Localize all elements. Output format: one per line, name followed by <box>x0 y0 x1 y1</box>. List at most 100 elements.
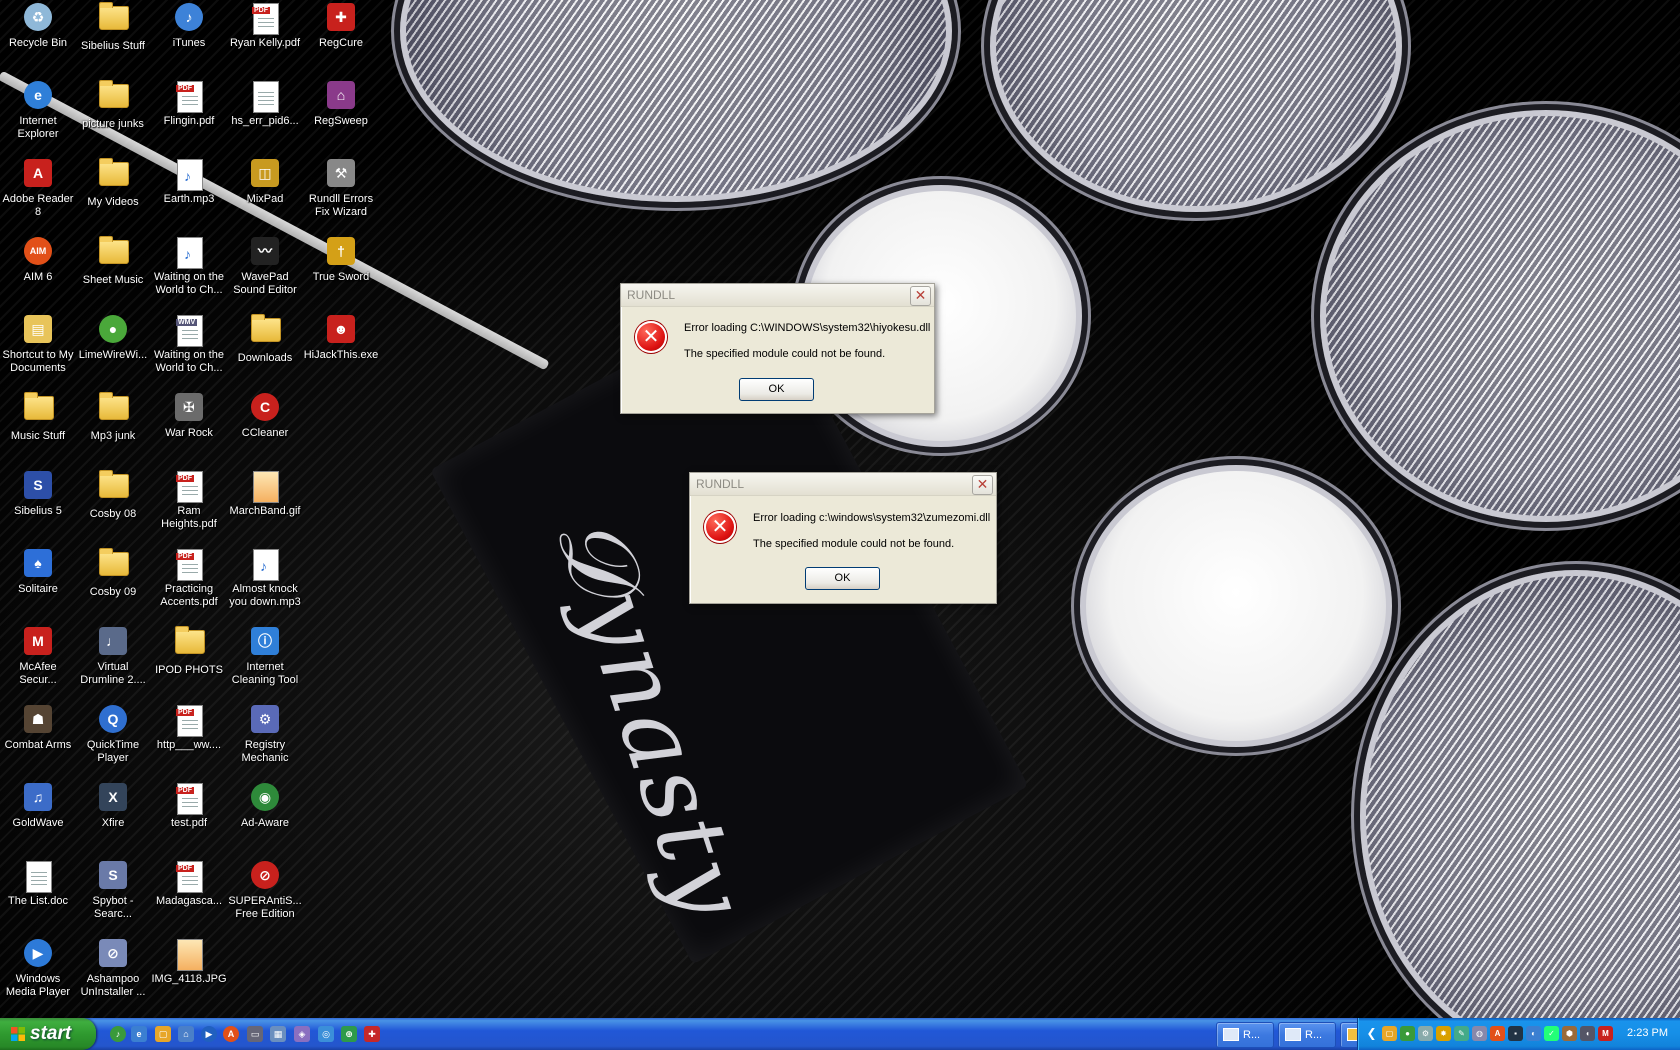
desktop-icon[interactable]: ♪ Waiting on the World to Ch... <box>151 234 227 297</box>
rundll-error-dialog-2: RUNDLL ✕ ✕ Error loading c:\windows\syst… <box>689 472 997 604</box>
tray-icon[interactable]: ✎ <box>1454 1026 1469 1041</box>
desktop-icon-label: GoldWave <box>12 817 64 829</box>
desktop-icon[interactable]: picture junks <box>75 78 151 131</box>
close-button[interactable]: ✕ <box>910 286 931 306</box>
desktop-icon[interactable]: Cosby 09 <box>75 546 151 599</box>
desktop-icon[interactable]: ▶ Windows Media Player <box>0 936 76 999</box>
desktop-icon[interactable]: A Adobe Reader 8 <box>0 156 76 219</box>
desktop-icon[interactable]: ♠ Solitaire <box>0 546 76 596</box>
desktop-icon[interactable]: Sheet Music <box>75 234 151 287</box>
desktop-icon[interactable]: MarchBand.gif <box>227 468 303 518</box>
desktop-icon[interactable]: ⚒ Rundll Errors Fix Wizard <box>303 156 379 219</box>
quick-launch-explorer-icon[interactable]: ⌂ <box>178 1026 194 1042</box>
desktop-icon[interactable]: AIM AIM 6 <box>0 234 76 284</box>
desktop-icon[interactable]: ♫ GoldWave <box>0 780 76 830</box>
quick-launch-app-icon[interactable]: ✚ <box>364 1026 380 1042</box>
desktop-icon[interactable]: ♻ Recycle Bin <box>0 0 76 50</box>
desktop-icon[interactable]: PDF Flingin.pdf <box>151 78 227 128</box>
desktop-icon[interactable]: ♩ Virtual Drumline 2.... <box>75 624 151 687</box>
dialog-titlebar[interactable]: RUNDLL ✕ <box>621 284 934 307</box>
desktop-icon[interactable]: ✚ RegCure <box>303 0 379 50</box>
tray-icon[interactable]: ◐ <box>1526 1026 1541 1041</box>
tray-icon[interactable]: ⬢ <box>1562 1026 1577 1041</box>
desktop-icon[interactable]: ◫ MixPad <box>227 156 303 206</box>
tray-icon[interactable]: ⚙ <box>1418 1026 1433 1041</box>
quick-launch-app-icon[interactable]: ◎ <box>318 1026 334 1042</box>
quick-launch-show-desktop-icon[interactable]: ▢ <box>155 1026 171 1042</box>
taskbar-button-rundll-1[interactable]: R... <box>1216 1022 1274 1048</box>
tray-icon[interactable]: ✸ <box>1436 1026 1451 1041</box>
close-button[interactable]: ✕ <box>972 475 993 495</box>
pdf-file-icon: PDF <box>173 549 205 581</box>
desktop-icon[interactable]: 〰 WavePad Sound Editor <box>227 234 303 297</box>
tray-aim-icon[interactable]: A <box>1490 1026 1505 1041</box>
quick-launch-app-icon[interactable]: ▭ <box>247 1026 263 1042</box>
ok-button[interactable]: OK <box>805 567 880 590</box>
quick-launch-app-icon[interactable]: ⊕ <box>341 1026 357 1042</box>
clock[interactable]: 2:23 PM <box>1627 1027 1668 1039</box>
desktop-icon[interactable]: ⚙ Registry Mechanic <box>227 702 303 765</box>
internet-explorer-icon: e <box>22 81 54 113</box>
desktop-icon[interactable]: My Videos <box>75 156 151 209</box>
desktop-icon-label: Solitaire <box>18 583 58 595</box>
desktop-icon[interactable]: Mp3 junk <box>75 390 151 443</box>
taskbar-button-rundll-2[interactable]: R... <box>1278 1022 1336 1048</box>
desktop-icon[interactable]: S Spybot - Searc... <box>75 858 151 921</box>
desktop-icon[interactable]: ⓘ Internet Cleaning Tool <box>227 624 303 687</box>
tray-icon[interactable]: ● <box>1400 1026 1415 1041</box>
desktop-icon[interactable]: ⊘ Ashampoo UnInstaller ... <box>75 936 151 999</box>
desktop-icon[interactable]: ▤ Shortcut to My Documents <box>0 312 76 375</box>
start-button[interactable]: start <box>0 1018 96 1050</box>
desktop-icon[interactable]: WMV Waiting on the World to Ch... <box>151 312 227 375</box>
aim-icon: AIM <box>22 237 54 269</box>
show-hidden-icons-chevron-icon[interactable]: ❮ <box>1364 1026 1379 1041</box>
desktop-icon[interactable]: Q QuickTime Player <box>75 702 151 765</box>
desktop-icon[interactable]: ✠ War Rock <box>151 390 227 440</box>
desktop-icon[interactable]: X Xfire <box>75 780 151 830</box>
desktop-icon[interactable]: ● LimeWireWi... <box>75 312 151 362</box>
desktop-icon[interactable]: PDF Ryan Kelly.pdf <box>227 0 303 50</box>
folder-icon <box>97 470 129 506</box>
desktop-icon[interactable]: IPOD PHOTS <box>151 624 227 677</box>
tray-icon[interactable]: ▪ <box>1508 1026 1523 1041</box>
tray-icon[interactable]: ▢ <box>1382 1026 1397 1041</box>
desktop-icon[interactable]: Cosby 08 <box>75 468 151 521</box>
desktop-icon[interactable]: Music Stuff <box>0 390 76 443</box>
desktop-icon[interactable]: † True Sword <box>303 234 379 284</box>
quick-launch-app-icon[interactable]: ◈ <box>294 1026 310 1042</box>
desktop-icon[interactable]: ⊘ SUPERAntiS... Free Edition <box>227 858 303 921</box>
desktop-icon[interactable]: ♪ iTunes <box>151 0 227 50</box>
desktop-icon[interactable]: ☗ Combat Arms <box>0 702 76 752</box>
desktop-icon[interactable]: hs_err_pid6... <box>227 78 303 128</box>
tray-icon[interactable]: ◍ <box>1472 1026 1487 1041</box>
desktop-icon[interactable]: The List.doc <box>0 858 76 908</box>
desktop-icon[interactable]: IMG_4118.JPG <box>151 936 227 986</box>
quick-launch-media-player-icon[interactable]: ▶ <box>201 1026 217 1042</box>
desktop-icon[interactable]: e Internet Explorer <box>0 78 76 141</box>
desktop-icon[interactable]: PDF http___ww.... <box>151 702 227 752</box>
desktop-icon[interactable]: ♪ Almost knock you down.mp3 <box>227 546 303 609</box>
desktop-icon[interactable]: Downloads <box>227 312 303 365</box>
tray-volume-icon[interactable]: ◖ <box>1580 1026 1595 1041</box>
quick-launch-aim-icon[interactable]: A <box>223 1026 239 1042</box>
tray-icon[interactable]: ✓ <box>1544 1026 1559 1041</box>
desktop-icon[interactable]: PDF Madagasca... <box>151 858 227 908</box>
desktop-icon[interactable]: C CCleaner <box>227 390 303 440</box>
desktop-icon[interactable]: PDF test.pdf <box>151 780 227 830</box>
desktop-icon[interactable]: ⌂ RegSweep <box>303 78 379 128</box>
desktop-icon[interactable]: PDF Ram Heights.pdf <box>151 468 227 531</box>
quick-launch-limewire-icon[interactable]: ♪ <box>110 1026 126 1042</box>
quick-launch-app-icon[interactable]: ▦ <box>270 1026 286 1042</box>
quick-launch-ie-icon[interactable]: e <box>131 1026 147 1042</box>
desktop-icon[interactable]: ☻ HiJackThis.exe <box>303 312 379 362</box>
desktop-icon[interactable]: ◉ Ad-Aware <box>227 780 303 830</box>
ok-button[interactable]: OK <box>739 378 814 401</box>
desktop-icon[interactable]: M McAfee Secur... <box>0 624 76 687</box>
desktop-icon[interactable]: PDF Practicing Accents.pdf <box>151 546 227 609</box>
desktop-icon[interactable]: ♪ Earth.mp3 <box>151 156 227 206</box>
tray-mcafee-icon[interactable]: M <box>1598 1026 1613 1041</box>
dialog-titlebar[interactable]: RUNDLL ✕ <box>690 473 996 496</box>
desktop-icon[interactable]: Sibelius Stuff <box>75 0 151 53</box>
desktop-icon[interactable]: S Sibelius 5 <box>0 468 76 518</box>
word-doc-icon <box>22 861 54 893</box>
